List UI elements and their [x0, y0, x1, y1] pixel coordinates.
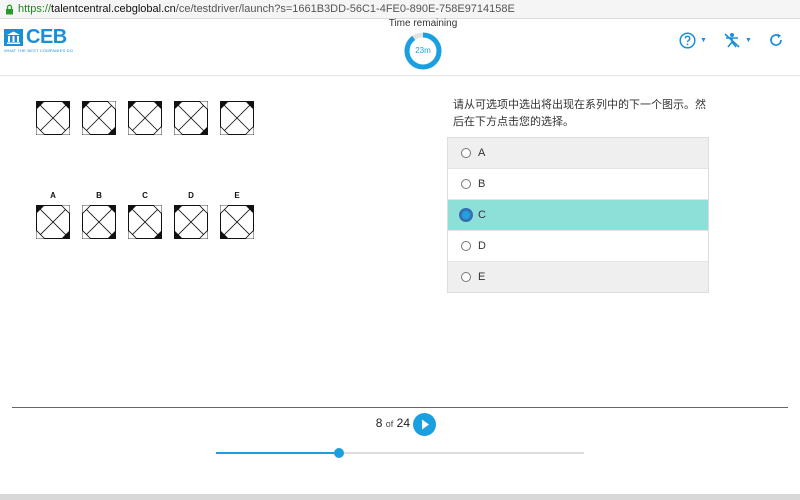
progress-handle — [333, 448, 344, 458]
radio-button[interactable] — [461, 148, 471, 158]
option-figure — [220, 205, 254, 239]
page-counter: 8 of 24 — [375, 416, 410, 430]
logo-mark — [4, 29, 23, 46]
series-figure — [128, 101, 162, 135]
question-prompt: 请从可选项中选出将出现在系列中的下一个图示。然后在下方点击您的选择。 — [453, 99, 706, 128]
option-letter: E — [234, 191, 240, 200]
footer-divider — [12, 407, 788, 408]
option-figure — [128, 205, 162, 239]
url-text: https://talentcentral.cebglobal.cn/ce/te… — [18, 3, 515, 15]
option-letter: D — [188, 191, 194, 200]
radio-button[interactable] — [461, 179, 471, 189]
choice-d[interactable]: D — [448, 230, 708, 261]
answer-choices: A B C D E — [447, 137, 709, 293]
series-figure — [174, 101, 208, 135]
refresh-icon — [770, 33, 782, 46]
series-figure — [36, 101, 70, 135]
timer: Time remaining 23m — [380, 18, 466, 70]
series-figure — [220, 101, 254, 135]
radio-button[interactable] — [461, 241, 471, 251]
choice-b[interactable]: B — [448, 168, 708, 199]
bottom-bar — [0, 494, 800, 500]
timer-value: 23m — [415, 46, 431, 55]
help-menu[interactable]: ▼ — [679, 32, 707, 49]
series-figure — [82, 101, 116, 135]
chevron-down-icon: ▼ — [745, 37, 752, 44]
option-letter: B — [96, 191, 102, 200]
brand-tagline: WHAT THE BEST COMPANIES DO — [4, 48, 74, 53]
option-letter: C — [142, 191, 148, 200]
option-figure — [174, 205, 208, 239]
brand-name: CEB — [26, 26, 67, 48]
choice-c[interactable]: C — [448, 199, 708, 230]
chevron-down-icon: ▼ — [700, 37, 707, 44]
radio-button[interactable] — [461, 210, 471, 220]
refresh-button[interactable] — [768, 32, 784, 48]
timer-label: Time remaining — [388, 18, 458, 29]
radio-button[interactable] — [461, 272, 471, 282]
progress-bar — [216, 448, 584, 458]
ceb-logo: CEB WHAT THE BEST COMPANIES DO — [4, 26, 74, 55]
accessibility-icon — [724, 33, 740, 48]
help-icon — [679, 32, 696, 49]
option-figure — [36, 205, 70, 239]
play-arrow-icon — [422, 419, 429, 430]
accessibility-menu[interactable]: ▼ — [723, 32, 752, 49]
choice-e[interactable]: E — [448, 261, 708, 292]
option-letter: A — [50, 191, 56, 200]
option-figure — [82, 205, 116, 239]
lock-icon — [5, 4, 14, 15]
address-bar[interactable]: https://talentcentral.cebglobal.cn/ce/te… — [0, 0, 800, 19]
header-divider — [0, 75, 800, 76]
next-button[interactable] — [413, 413, 436, 436]
progress-fill — [216, 452, 339, 454]
choice-a[interactable]: A — [448, 138, 708, 168]
